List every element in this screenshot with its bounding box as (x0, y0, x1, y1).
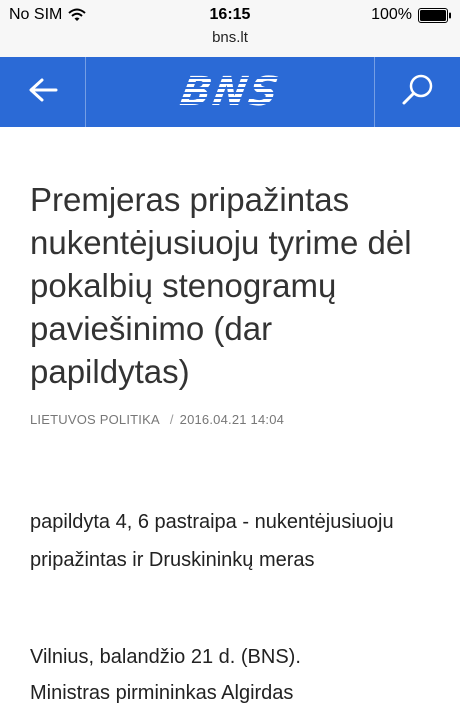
search-icon (401, 73, 435, 112)
article-header: Premjeras pripažintas nukentėjusiuoju ty… (30, 178, 440, 427)
battery-label: 100% (371, 6, 412, 23)
logo-text: BNS (176, 69, 284, 115)
battery-icon (418, 7, 452, 23)
update-note: papildyta 4, 6 pastraipa - nukentėjusiuo… (30, 511, 394, 571)
lead-paragraph-line-2: Ministras pirmininkas Algirdas (30, 682, 294, 704)
search-button[interactable] (374, 57, 460, 127)
site-header: BNS (0, 57, 460, 127)
meta-separator: / (169, 412, 174, 427)
lead-paragraph-line-1: Vilnius, balandžio 21 d. (BNS). (30, 646, 301, 668)
article-category[interactable]: LIETUVOS POLITIKA (30, 412, 160, 427)
url-text: bns.lt (212, 29, 248, 46)
article-date: 2016.04.21 14:04 (179, 412, 285, 427)
back-button[interactable] (0, 57, 86, 127)
battery-indicator: 100% (371, 6, 452, 24)
article-meta: LIETUVOS POLITIKA / 2016.04.21 14:04 (30, 412, 440, 427)
url-bar[interactable]: bns.lt (0, 26, 460, 57)
article-title: Premjeras pripažintas nukentėjusiuoju ty… (30, 181, 412, 390)
bns-logo[interactable]: BNS (165, 67, 295, 117)
arrow-left-icon (28, 77, 58, 108)
